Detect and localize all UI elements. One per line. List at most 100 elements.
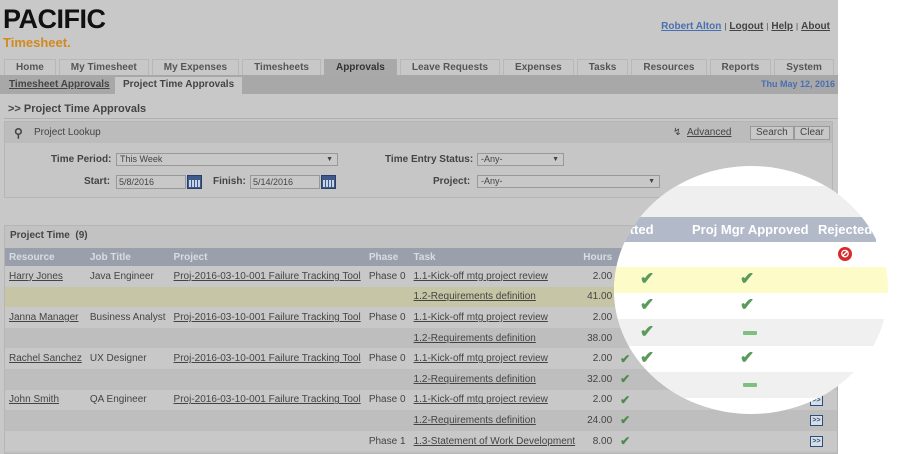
approved-check-icon: ✔ [740, 269, 755, 288]
about-link[interactable]: About [801, 21, 830, 32]
page-title: >> Project Time Approvals [8, 103, 147, 115]
task-link[interactable]: 1.2-Requirements definition [414, 333, 536, 344]
hours: 2.00 [592, 353, 613, 365]
status-select[interactable]: -Any- ▼ [477, 153, 564, 166]
start-label: Start: [84, 176, 111, 187]
rejected-icon: ⊘ [838, 247, 852, 261]
task-link[interactable]: 1.2-Requirements definition [414, 291, 536, 302]
finish-label: Finish: [213, 176, 246, 187]
logo-subtitle: Timesheet. [3, 35, 71, 50]
approved-pending-icon [743, 330, 757, 335]
job-title: UX Designer [89, 353, 147, 365]
job-title: QA Engineer [89, 394, 147, 406]
logout-link[interactable]: Logout [729, 21, 763, 32]
hours: 24.00 [587, 414, 613, 426]
magnifier-callout: Submitted Proj Mgr Approved Rejected ⊘ ✔ ✔ ✔ ✔… [614, 166, 888, 414]
tab-expenses[interactable]: Expenses [503, 59, 574, 75]
tab-tasks[interactable]: Tasks [576, 59, 629, 75]
phase: Phase 0 [368, 270, 406, 282]
advanced-link[interactable]: Advanced [687, 127, 731, 138]
hours: 32.00 [587, 373, 613, 385]
calendar-icon[interactable] [187, 175, 202, 189]
task-link[interactable]: 1.1-Kick-off mtg project review [414, 394, 548, 405]
submitted-check-icon: ✔ [620, 413, 631, 428]
hours: 41.00 [587, 291, 613, 303]
magnified-header: Submitted Proj Mgr Approved Rejected [614, 217, 876, 242]
tab-reports[interactable]: Reports [709, 59, 772, 75]
tab-my-expenses[interactable]: My Expenses [151, 59, 240, 75]
tab-system[interactable]: System [774, 59, 834, 75]
task-link[interactable]: 1.1-Kick-off mtg project review [414, 271, 548, 282]
hours: 2.00 [592, 394, 613, 406]
logo: PACIFIC [3, 4, 106, 34]
column-header: Job Title [85, 248, 170, 266]
table-row: 1.2-Requirements definition 24.00 ✔ >> [5, 410, 837, 431]
project-link[interactable]: Proj-2016-03-10-001 Failure Tracking Too… [174, 353, 361, 364]
search-button[interactable]: Search [750, 126, 794, 140]
approved-pending-icon [743, 383, 757, 387]
start-date-input[interactable]: 5/8/2016 [116, 175, 186, 189]
resource-link[interactable]: Harry Jones [9, 271, 63, 282]
time-period-select[interactable]: This Week ▼ [116, 153, 338, 166]
project-label: Project: [433, 176, 471, 187]
resource-link[interactable]: Janna Manager [9, 312, 79, 323]
hours: 8.00 [592, 435, 613, 447]
task-link[interactable]: 1.2-Requirements definition [414, 374, 536, 385]
column-header: Resource [5, 248, 86, 266]
task-link[interactable]: 1.2-Requirements definition [414, 415, 536, 426]
submitted-check-icon: ✔ [620, 434, 631, 449]
submitted-check-icon: ✔ [640, 269, 655, 288]
resource-link[interactable]: Rachel Sanchez [9, 353, 82, 364]
main-tabs: Home My Timesheet My Expenses Timesheets App… [4, 59, 834, 75]
project-link[interactable]: Proj-2016-03-10-001 Failure Tracking Too… [174, 312, 361, 323]
header-rejected: Rejected [818, 222, 873, 237]
sub-tabs: Timesheet Approvals Project Time Approva… [0, 75, 838, 94]
project-time-caption: Project Time (9) [10, 230, 88, 241]
expand-button[interactable]: >> [810, 436, 823, 448]
job-title: Business Analyst [89, 311, 166, 323]
project-link[interactable]: Proj-2016-03-10-001 Failure Tracking Too… [174, 271, 361, 282]
hours: 38.00 [587, 332, 613, 344]
finish-date-input[interactable]: 5/14/2016 [250, 175, 320, 189]
tab-timesheets[interactable]: Timesheets [242, 59, 321, 75]
tab-approvals[interactable]: Approvals [323, 59, 397, 75]
divider [4, 118, 838, 119]
subtab-project-time-approvals[interactable]: Project Time Approvals [115, 77, 243, 94]
project-link[interactable]: Proj-2016-03-10-001 Failure Tracking Too… [174, 394, 361, 405]
user-link[interactable]: Robert Alton [661, 21, 721, 32]
magnified-band [614, 186, 888, 217]
calendar-icon[interactable] [321, 175, 336, 189]
approved-check-icon: ✔ [740, 295, 755, 314]
column-header: Hours [579, 248, 617, 266]
column-header: Phase [364, 248, 410, 266]
resource-link[interactable]: John Smith [9, 394, 59, 405]
column-header: Task [409, 248, 580, 266]
task-link[interactable]: 1.3-Statement of Work Development [414, 436, 576, 447]
lookup-title: Project Lookup [34, 127, 101, 138]
phase: Phase 0 [368, 353, 406, 365]
task-link[interactable]: 1.1-Kick-off mtg project review [414, 353, 548, 364]
current-date: Thu May 12, 2016 [760, 79, 835, 89]
header-proj-mgr-approved: Proj Mgr Approved [692, 222, 809, 237]
expand-button[interactable]: >> [810, 415, 823, 427]
subtab-timesheet-approvals[interactable]: Timesheet Approvals [9, 77, 110, 92]
tab-home[interactable]: Home [4, 59, 56, 75]
user-links: Robert Alton | Logout | Help | About [661, 21, 830, 32]
tab-leave-requests[interactable]: Leave Requests [399, 59, 501, 75]
phase: Phase 1 [368, 435, 406, 447]
search-icon: ⚲ [14, 126, 23, 140]
tab-my-timesheet[interactable]: My Timesheet [58, 59, 149, 75]
hours: 2.00 [592, 311, 613, 323]
clear-button[interactable]: Clear [794, 126, 830, 140]
table-row: Phase 1 1.3-Statement of Work Development… [5, 430, 837, 452]
time-period-label: Time Period: [51, 154, 112, 165]
column-header: Project [169, 248, 365, 266]
submitted-check-icon: ✔ [640, 348, 655, 367]
help-link[interactable]: Help [771, 21, 793, 32]
submitted-check-icon: ✔ [640, 321, 655, 341]
tab-resources[interactable]: Resources [631, 59, 707, 75]
job-title: Java Engineer [89, 270, 154, 282]
task-link[interactable]: 1.1-Kick-off mtg project review [414, 312, 548, 323]
phase: Phase 0 [368, 394, 406, 406]
status-label: Time Entry Status: [385, 154, 474, 165]
